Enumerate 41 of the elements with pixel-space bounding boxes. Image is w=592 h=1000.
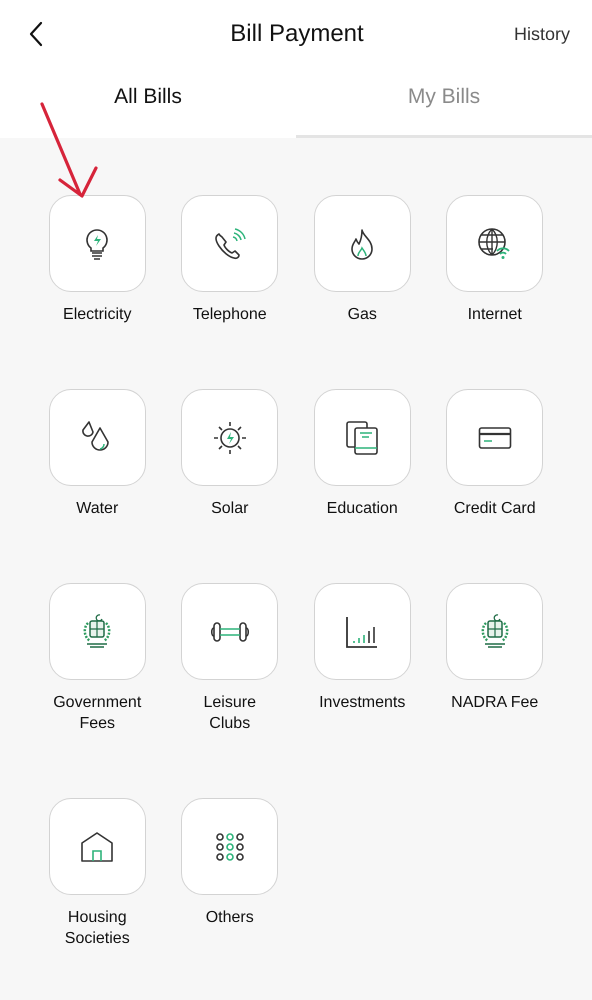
category-label: Education [326,499,399,519]
grid-dots-icon [214,832,245,862]
credit-card-icon [478,426,512,450]
flame-icon [349,228,376,260]
category-label: Housing Societies [64,908,131,949]
category-label: Telephone [192,305,268,325]
category-label: Leisure Clubs [202,693,257,734]
house-icon [80,830,114,862]
category-label: Others [204,908,255,928]
category-label: Credit Card [452,499,537,519]
category-label: Gas [346,305,378,325]
bar-chart-icon [345,614,380,648]
category-label: Water [75,499,120,519]
category-tile[interactable] [314,583,411,680]
books-icon [345,420,380,456]
phone-icon [212,228,247,260]
dumbbell-icon [210,620,250,644]
category-tile[interactable] [48,798,146,895]
category-label: Investments [318,693,406,713]
category-tile[interactable] [446,583,544,680]
lightbulb-icon [84,228,110,260]
category-tile[interactable] [446,195,544,292]
category-tile[interactable] [181,195,278,292]
category-tile[interactable] [181,798,278,895]
category-tile[interactable] [48,195,146,292]
history-link[interactable]: History [494,20,570,48]
tab[interactable]: All Bills [0,68,296,138]
screen-title: Bill Payment [229,20,365,48]
category-tile[interactable] [181,583,278,680]
sun-bolt-icon [212,420,248,456]
category-tile[interactable] [446,389,544,486]
category-tile[interactable] [48,583,146,680]
category-label: Government Fees [52,693,142,734]
category-tile[interactable] [314,195,411,292]
category-tile[interactable] [314,389,411,486]
category-label: NADRA Fee [450,693,540,713]
category-tile[interactable] [181,389,278,486]
category-label: Solar [210,499,250,519]
category-label: Internet [466,305,523,325]
category-tile[interactable] [48,389,146,486]
category-label: Electricity [62,305,132,325]
